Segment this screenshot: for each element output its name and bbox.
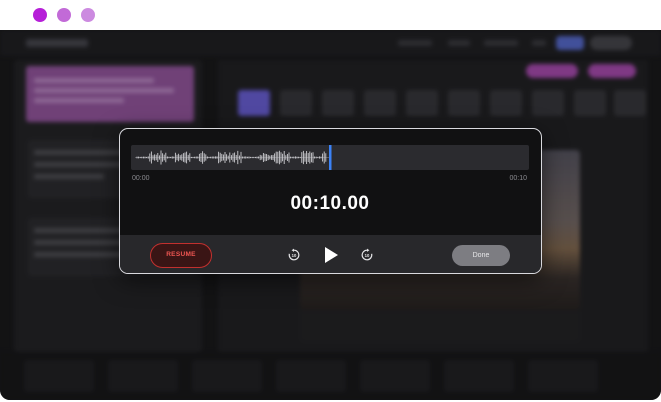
recorder-controls: RESUME 10 10 Done xyxy=(120,235,541,273)
time-end-label: 00:10 xyxy=(509,175,527,182)
waveform-track[interactable] xyxy=(131,145,529,170)
waveform-icon xyxy=(135,145,332,170)
audio-recorder-dialog: 00:00 00:10 00:10.00 RESUME 10 10 Done xyxy=(119,128,542,274)
done-button[interactable]: Done xyxy=(452,245,510,266)
forward-10-icon[interactable]: 10 xyxy=(360,248,374,262)
window-maximize-dot[interactable] xyxy=(81,8,95,22)
playhead xyxy=(329,145,332,170)
resume-button[interactable]: RESUME xyxy=(150,243,212,268)
recording-timer: 00:10.00 xyxy=(290,193,370,214)
svg-text:10: 10 xyxy=(365,253,370,258)
svg-text:10: 10 xyxy=(292,253,297,258)
time-start-label: 00:00 xyxy=(132,175,150,182)
play-icon[interactable] xyxy=(323,246,339,264)
window-close-dot[interactable] xyxy=(33,8,47,22)
title-bar xyxy=(0,0,661,30)
rewind-10-icon[interactable]: 10 xyxy=(287,248,301,262)
app-window: 00:00 00:10 00:10.00 RESUME 10 10 Done xyxy=(0,0,661,402)
window-minimize-dot[interactable] xyxy=(57,8,71,22)
